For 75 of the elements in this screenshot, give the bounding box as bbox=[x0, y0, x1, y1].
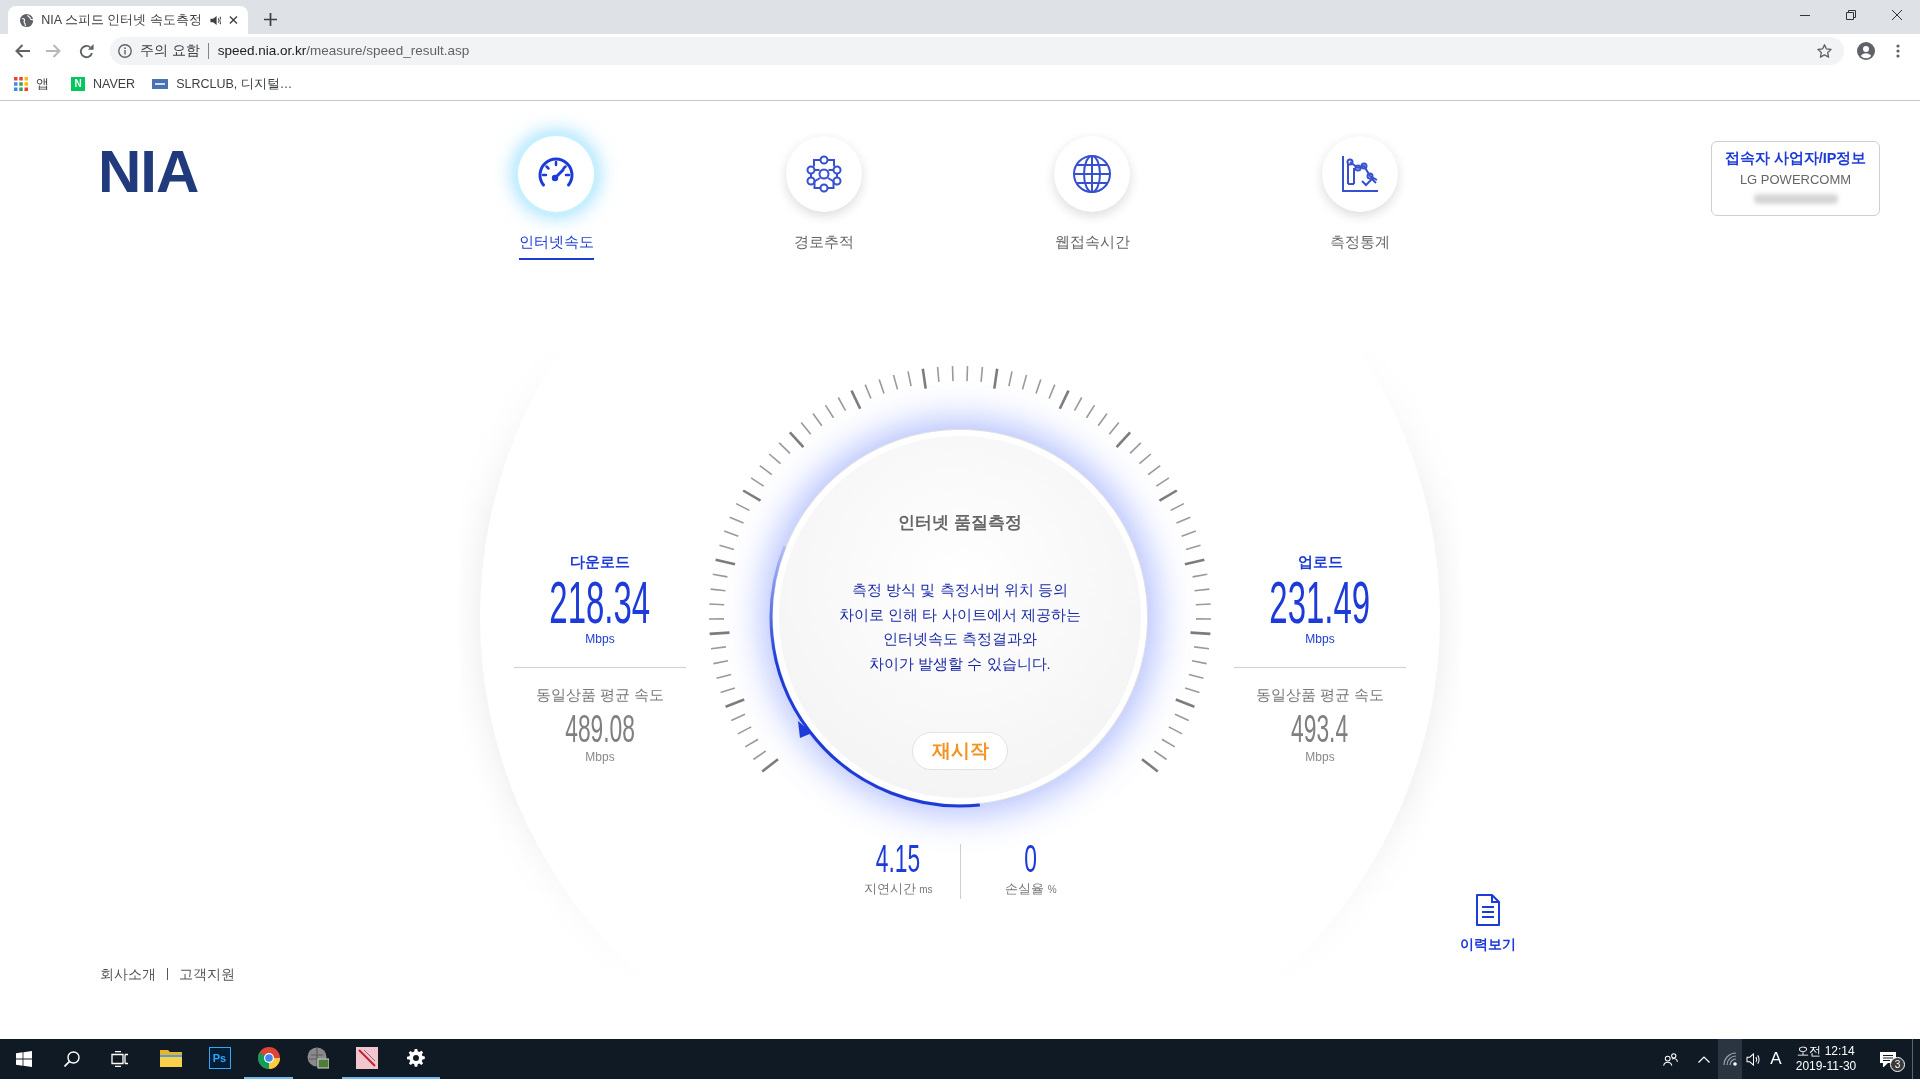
plus-icon[interactable] bbox=[264, 12, 277, 26]
average-value: 493.4 bbox=[1291, 712, 1349, 746]
restore-icon[interactable] bbox=[1846, 10, 1856, 20]
result-label: 다운로드 bbox=[570, 552, 630, 572]
chevron-up-icon[interactable] bbox=[1698, 1055, 1710, 1063]
nav-tab[interactable]: 웹접속시간 bbox=[1054, 136, 1130, 260]
slashed-tile-icon bbox=[355, 1047, 378, 1069]
clock-date[interactable]: 2019-11-30 bbox=[1795, 1059, 1857, 1074]
notification-badge: 3 bbox=[1890, 1057, 1905, 1072]
input-mode-indicator[interactable]: A bbox=[1770, 1049, 1782, 1069]
kebab-menu-icon[interactable] bbox=[1896, 44, 1900, 58]
close-icon[interactable] bbox=[1892, 10, 1902, 20]
speaker-icon[interactable] bbox=[1745, 1052, 1761, 1066]
document-icon bbox=[1476, 894, 1500, 926]
info-icon[interactable] bbox=[118, 44, 132, 58]
result-value: 218.34 bbox=[549, 578, 651, 628]
star-icon[interactable] bbox=[1817, 44, 1832, 58]
reload-icon[interactable] bbox=[78, 43, 94, 59]
tricolor-circle-icon bbox=[257, 1047, 280, 1069]
stat-label: 지연시간 ms bbox=[863, 880, 933, 898]
average-label: 동일상품 평균 속도 bbox=[535, 685, 665, 705]
minimize-icon[interactable] bbox=[1800, 14, 1810, 16]
favicon-icon bbox=[152, 79, 169, 89]
average-value: 489.08 bbox=[565, 712, 635, 746]
close-icon[interactable] bbox=[229, 15, 238, 25]
stat-label: 손실율 % bbox=[1005, 880, 1057, 898]
isp-name: LG POWERCOMM bbox=[1739, 171, 1852, 188]
nav-tab[interactable]: 경로추적 bbox=[786, 136, 862, 260]
browser-tab[interactable]: NIA 스피드 인터넷 속도측정 bbox=[8, 6, 248, 34]
people-icon[interactable] bbox=[1662, 1052, 1678, 1066]
average-unit: Mbps bbox=[585, 749, 615, 765]
result-unit: Mbps bbox=[585, 631, 615, 647]
isp-info-title: 접속자 사업자/IP정보 bbox=[1724, 149, 1867, 167]
task-view-icon[interactable] bbox=[111, 1051, 129, 1067]
footer-link[interactable]: 회사소개 bbox=[100, 965, 156, 983]
average-unit: Mbps bbox=[1305, 749, 1335, 765]
folder-icon bbox=[159, 1049, 182, 1067]
line-chart-icon bbox=[1322, 136, 1398, 212]
url-text[interactable]: speed.nia.or.kr/measure/speed_result.asp bbox=[217, 40, 470, 62]
clock-time[interactable]: 오전 12:14 bbox=[1797, 1044, 1855, 1059]
site-logo[interactable]: NIA bbox=[98, 142, 199, 202]
footer-link[interactable]: 고객지원 bbox=[179, 965, 235, 983]
stat-value: 4.15 bbox=[875, 841, 921, 877]
notice-text: 측정 방식 및 측정서버 위치 등의 차이로 인해 타 사이트에서 제공하는 인터넷속도 측정결과와 차이가 발생할 수 있습니다. bbox=[839, 581, 1081, 674]
tab-title: NIA 스피드 인터넷 속도측정 bbox=[41, 11, 202, 29]
average-label: 동일상품 평균 속도 bbox=[1255, 685, 1385, 705]
security-label[interactable]: 주의 요함 bbox=[140, 40, 200, 62]
nav-tab[interactable]: 인터넷속도 bbox=[518, 136, 594, 260]
result-value: 231.49 bbox=[1269, 578, 1371, 628]
nav-tab[interactable]: 측정통계 bbox=[1322, 136, 1398, 260]
globe-icon bbox=[20, 12, 34, 28]
dial-title: 인터넷 품질측정 bbox=[898, 513, 1022, 533]
globe-icon bbox=[1054, 136, 1130, 212]
network-nodes-icon bbox=[786, 136, 862, 212]
globe-photo-icon bbox=[306, 1047, 329, 1069]
letter-tile-icon: N bbox=[71, 77, 85, 91]
history-button[interactable]: 이력보기 bbox=[1458, 894, 1518, 953]
speaker-icon[interactable] bbox=[209, 14, 222, 26]
back-arrow-icon[interactable] bbox=[14, 43, 30, 59]
result-unit: Mbps bbox=[1305, 631, 1335, 647]
bookmark-item[interactable]: SLRCLUB, 디지털… bbox=[149, 74, 293, 94]
app-grid-icon bbox=[14, 77, 28, 91]
settings-icon bbox=[406, 1049, 425, 1067]
windows-logo-icon[interactable] bbox=[16, 1051, 32, 1067]
search-icon[interactable] bbox=[64, 1051, 80, 1067]
address-bar[interactable]: 주의 요함 speed.nia.or.kr/measure/speed_result.asp bbox=[110, 37, 1844, 65]
account-icon[interactable] bbox=[1857, 42, 1875, 60]
app-tile-icon: Ps bbox=[208, 1047, 231, 1069]
bookmark-item[interactable]: N NAVER bbox=[63, 74, 136, 94]
speedometer-icon bbox=[518, 136, 594, 212]
bookmark-item[interactable]: 앱 bbox=[14, 74, 49, 94]
wifi-icon[interactable] bbox=[1723, 1052, 1737, 1066]
taskbar-app-button[interactable]: Ps bbox=[195, 1039, 244, 1079]
result-label: 업로드 bbox=[1297, 552, 1343, 572]
stat-value: 0 bbox=[1024, 841, 1038, 877]
